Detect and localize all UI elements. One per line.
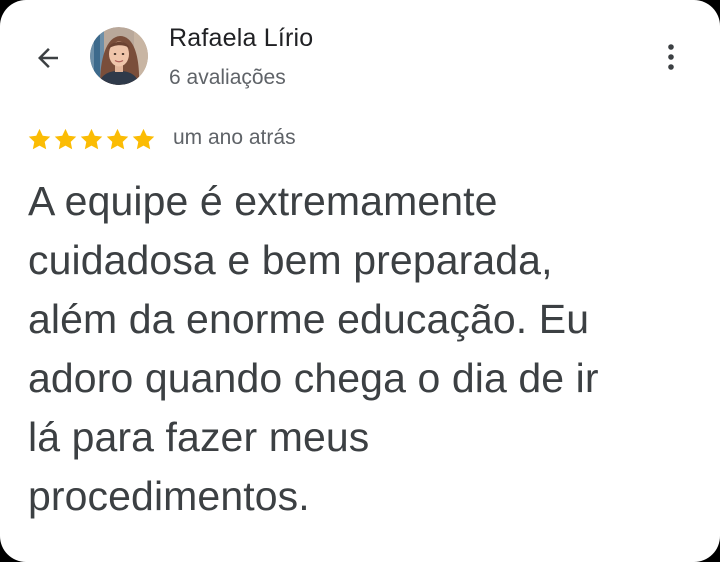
star-icon xyxy=(28,128,51,149)
review-text: A equipe é extremamente cuidadosa e bem … xyxy=(28,172,698,526)
star-rating xyxy=(27,124,156,154)
star-icon xyxy=(106,128,129,149)
star-icon xyxy=(54,128,77,149)
reviewer-name[interactable]: Rafaela Lírio xyxy=(169,24,313,53)
more-vertical-icon xyxy=(668,44,674,70)
review-text-line: procedimentos. xyxy=(28,473,310,519)
review-text-line: adoro quando chega o dia de ir xyxy=(28,355,599,401)
review-date: um ano atrás xyxy=(173,126,296,149)
more-options-button[interactable] xyxy=(654,38,688,76)
arrow-left-icon xyxy=(38,48,58,68)
star-icon xyxy=(132,128,155,149)
review-text-line: cuidadosa e bem preparada, xyxy=(28,237,553,283)
review-text-line: lá para fazer meus xyxy=(28,414,370,460)
reviewer-review-count[interactable]: 6 avaliações xyxy=(169,66,286,90)
star-icon xyxy=(80,128,103,149)
review-text-line: A equipe é extremamente xyxy=(28,178,498,224)
review-card: Rafaela Lírio 6 avaliações um ano atrás … xyxy=(0,0,720,562)
avatar[interactable] xyxy=(90,27,148,85)
back-button[interactable] xyxy=(30,40,66,76)
avatar-image xyxy=(90,27,148,85)
review-text-line: além da enorme educação. Eu xyxy=(28,296,590,342)
